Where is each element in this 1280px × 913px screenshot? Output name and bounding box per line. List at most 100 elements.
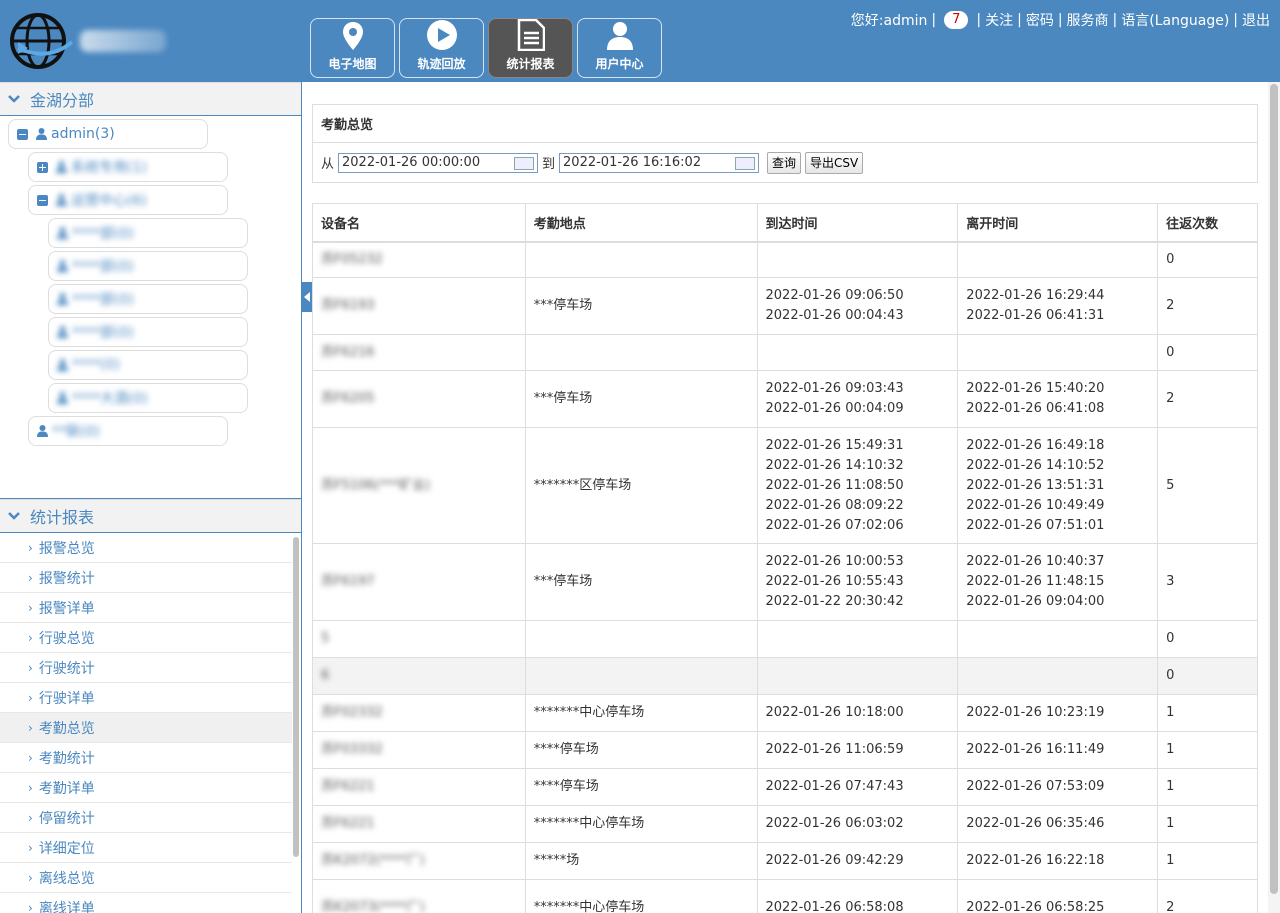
- tree-node-leaf[interactable]: **联(0): [28, 416, 228, 446]
- tree-node-group[interactable]: 运营中心(6): [28, 185, 228, 215]
- tree-node-leaf[interactable]: ****部(0): [48, 251, 248, 281]
- table-row[interactable]: 苏F05232 0: [312, 241, 1258, 278]
- device-name-cell: 苏F6216: [312, 334, 526, 371]
- org-title: 金湖分部: [30, 91, 95, 110]
- user-icon: [57, 392, 68, 404]
- device-name-cell: 苏F02332: [312, 694, 526, 732]
- user-icon: [37, 425, 48, 437]
- table-row[interactable]: 苏K2073(****厂) *******中心停车场 2022-01-26 06:5…: [312, 879, 1258, 913]
- calendar-icon[interactable]: [735, 156, 756, 170]
- arrival-time-cell: [756, 241, 959, 278]
- user-icon: [57, 326, 68, 338]
- menu-alarm-details[interactable]: › 报警详单: [0, 593, 292, 623]
- reports-panel-header[interactable]: 统计报表: [0, 499, 301, 533]
- table-row[interactable]: 苏K2072(****厂) *****场 2022-01-26 09:42:29 20…: [312, 842, 1258, 880]
- device-name-cell: 苏F6193: [312, 277, 526, 335]
- table-row[interactable]: 60: [312, 657, 1258, 695]
- table-row[interactable]: 苏F6205 ***停车场 2022-01-26 09:03:43 2022-01-2…: [312, 370, 1258, 428]
- caret-left-icon: [304, 292, 310, 302]
- user-icon: [57, 293, 68, 305]
- trip-count-cell: 0: [1157, 657, 1258, 695]
- table-row[interactable]: 苏F6193 ***停车场 2022-01-26 09:06:50 2022-01-2…: [312, 277, 1258, 335]
- menu-driving-details[interactable]: › 行驶详单: [0, 683, 292, 713]
- chevron-right-icon: ›: [28, 540, 33, 555]
- menu-scrollbar[interactable]: [293, 537, 299, 857]
- tree-node-leaf[interactable]: ****部(0): [48, 218, 248, 248]
- tree-node-leaf[interactable]: ****部(0): [48, 317, 248, 347]
- expand-icon[interactable]: [37, 161, 48, 173]
- user-icon: [56, 194, 67, 206]
- menu-stop-stats[interactable]: › 停留统计: [0, 803, 292, 833]
- page-scrollbar[interactable]: [1268, 82, 1280, 913]
- query-button[interactable]: 查询: [767, 151, 802, 174]
- table-row[interactable]: 苏F6221 ****停车场 2022-01-26 07:47:43 2022-01-…: [312, 768, 1258, 806]
- language-link[interactable]: 语言(Language): [1121, 10, 1229, 30]
- arrival-time-cell: 2022-01-26 15:49:31 2022-01-26 14:10:32 20…: [756, 427, 959, 544]
- device-name-cell: 苏F5106(***矿业): [312, 427, 526, 544]
- menu-offline-details[interactable]: › 离线详单: [0, 893, 292, 913]
- table-row[interactable]: 苏F6216 0: [312, 334, 1258, 371]
- nav-label: 统计报表: [506, 57, 555, 71]
- calendar-icon[interactable]: [514, 156, 535, 170]
- menu-attendance-stats[interactable]: › 考勤统计: [0, 743, 292, 773]
- menu-alarm-overview[interactable]: › 报警总览: [0, 533, 292, 563]
- location-cell: *******中心停车场: [524, 879, 758, 913]
- collapse-icon[interactable]: [37, 194, 48, 206]
- location-cell: *******中心停车场: [524, 694, 758, 732]
- menu-driving-stats[interactable]: › 行驶统计: [0, 653, 292, 683]
- nav-electronic-map[interactable]: 电子地图: [310, 18, 395, 78]
- org-panel-header[interactable]: 金湖分部: [0, 82, 301, 116]
- nav-user-center[interactable]: 用户中心: [577, 18, 662, 78]
- tree-node-leaf[interactable]: ****(0): [48, 350, 248, 380]
- menu-attendance-overview[interactable]: › 考勤总览: [0, 713, 292, 743]
- device-name-cell: 苏F05232: [312, 241, 526, 278]
- menu-alarm-stats[interactable]: › 报警统计: [0, 563, 292, 593]
- nav-track-playback[interactable]: 轨迹回放: [399, 18, 484, 78]
- tree-node-group[interactable]: 系统专用(1): [28, 152, 228, 182]
- menu-detailed-location[interactable]: › 详细定位: [0, 833, 292, 863]
- trip-count-cell: 2: [1157, 879, 1258, 913]
- chevron-right-icon: ›: [28, 810, 33, 825]
- user-icon: [57, 359, 68, 371]
- table-row[interactable]: 苏F6221 *******中心停车场 2022-01-26 06:03:02 202…: [312, 805, 1258, 843]
- chevron-right-icon: ›: [28, 870, 33, 885]
- nav-label: 用户中心: [595, 57, 644, 71]
- column-header: 离开时间: [957, 203, 1159, 243]
- start-date-input[interactable]: 2022-01-26 00:00:00: [338, 152, 539, 173]
- export-csv-button[interactable]: 导出CSV: [805, 151, 864, 174]
- panel-collapse-handle[interactable]: [302, 282, 312, 312]
- menu-attendance-details[interactable]: › 考勤详单: [0, 773, 292, 803]
- reports-menu: › 报警总览 › 报警统计 › 报警详单 › 行驶总览 › 行驶统计 › 行驶详单 › 考勤总…: [0, 533, 301, 913]
- trip-count-cell: 2: [1157, 277, 1258, 335]
- menu-driving-overview[interactable]: › 行驶总览: [0, 623, 292, 653]
- collapse-icon[interactable]: [17, 128, 28, 140]
- follow-link[interactable]: 关注: [985, 10, 1013, 30]
- from-label: 从: [321, 157, 335, 172]
- scrollbar-thumb[interactable]: [1270, 84, 1278, 894]
- top-links: 您好:admin | 7 | 关注 | 密码 | 服务商 | 语言(Langua…: [850, 10, 1270, 30]
- tree-node-admin[interactable]: admin(3): [8, 119, 208, 149]
- table-row[interactable]: 苏F02332 *******中心停车场 2022-01-26 10:18:00 20…: [312, 694, 1258, 732]
- table-row[interactable]: 苏F5106(***矿业) *******区停车场 2022-01-26 15:49…: [312, 427, 1258, 544]
- logout-link[interactable]: 退出: [1242, 10, 1270, 30]
- location-cell: [524, 620, 758, 658]
- chevron-right-icon: ›: [28, 660, 33, 675]
- table-row[interactable]: 50: [312, 620, 1258, 658]
- location-cell: ***停车场: [524, 277, 758, 335]
- menu-offline-overview[interactable]: › 离线总览: [0, 863, 292, 893]
- globe-logo-icon[interactable]: [8, 12, 74, 70]
- password-link[interactable]: 密码: [1026, 10, 1054, 30]
- trip-count-cell: 1: [1157, 842, 1258, 880]
- tree-node-leaf[interactable]: ****大酒(0): [48, 383, 248, 413]
- location-cell: [524, 241, 758, 278]
- notification-badge[interactable]: 7: [944, 11, 969, 29]
- provider-link[interactable]: 服务商: [1067, 10, 1109, 30]
- location-cell: [524, 657, 758, 695]
- tree-node-leaf[interactable]: ****部(0): [48, 284, 248, 314]
- end-date-input[interactable]: 2022-01-26 16:16:02: [559, 152, 760, 173]
- user-icon: [56, 161, 67, 173]
- trip-count-cell: 0: [1157, 334, 1258, 371]
- table-row[interactable]: 苏F6197 ***停车场 2022-01-26 10:00:53 2022-01-2…: [312, 543, 1258, 621]
- nav-statistics-report[interactable]: 统计报表: [488, 18, 573, 78]
- table-row[interactable]: 苏F03332 ****停车场 2022-01-26 11:06:59 2022-01…: [312, 731, 1258, 769]
